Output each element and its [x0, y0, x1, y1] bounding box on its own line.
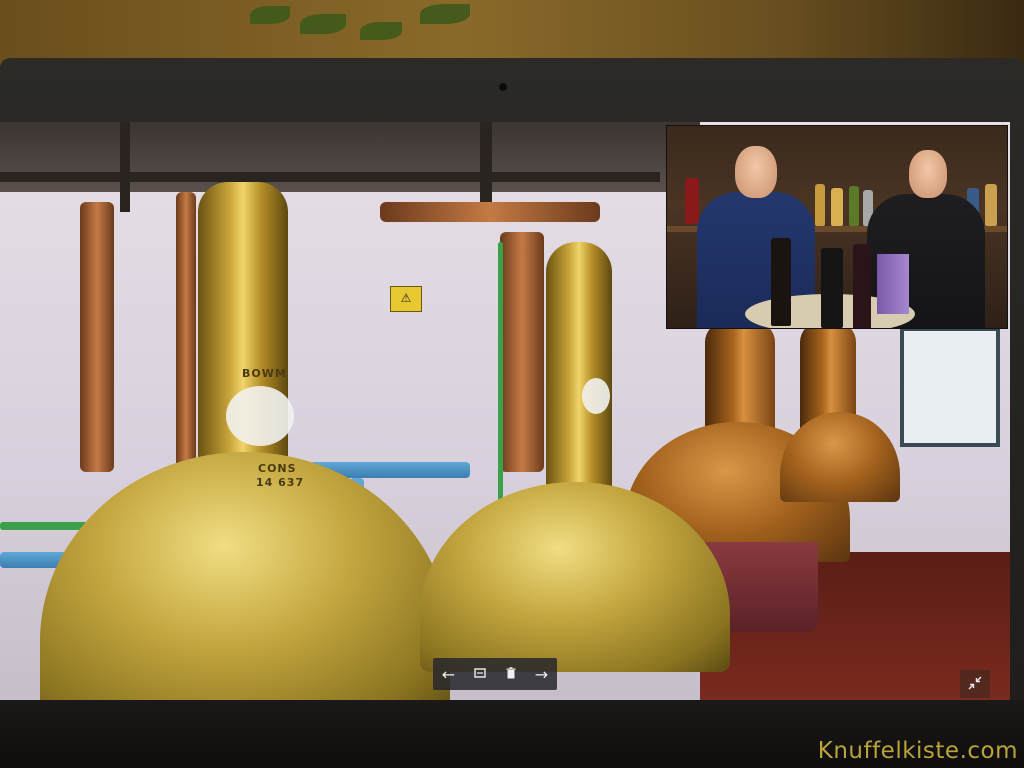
trash-icon [504, 665, 518, 684]
bottle [849, 186, 859, 226]
arrow-right-icon: → [534, 664, 549, 684]
laptop-screen: ⚠ BOWM CONS 14 637 ← → [0, 122, 1010, 700]
photo-pipe [80, 202, 114, 472]
plant-leaf [250, 6, 290, 24]
plant-leaf [360, 22, 402, 40]
still-label-plate [582, 378, 610, 414]
arrow-left-icon: ← [441, 664, 456, 684]
delete-button[interactable] [499, 662, 523, 686]
webcam [498, 82, 508, 92]
exit-fullscreen-button[interactable] [960, 670, 990, 698]
bottle [831, 188, 843, 226]
photo-beam [0, 172, 660, 182]
bottle [685, 178, 699, 224]
slideshow-icon [473, 665, 487, 684]
plant-leaf [420, 4, 470, 24]
bottle [815, 184, 825, 226]
warning-sign: ⚠ [390, 286, 422, 312]
photo-pipe [500, 232, 544, 472]
whisky-bottle [771, 238, 791, 326]
bottle [985, 184, 997, 226]
whisky-gift-box [877, 254, 909, 314]
still-label-plate [226, 386, 294, 446]
photo-beam [120, 122, 130, 212]
photo-viewer-toolbar: ← → [433, 658, 557, 690]
photo-pipe [380, 202, 600, 222]
photo-window [900, 327, 1000, 447]
watermark-text: Knuffelkiste.com [817, 738, 1018, 764]
slideshow-button[interactable] [468, 662, 492, 686]
previous-button[interactable]: ← [437, 662, 461, 686]
still-model-text: CONS [258, 462, 297, 475]
whisky-bottle [853, 244, 871, 328]
plant-leaf [300, 14, 346, 34]
compress-icon [968, 675, 982, 694]
presenter-head [735, 146, 777, 198]
next-button[interactable]: → [530, 662, 554, 686]
still-maker-text: BOWM [242, 367, 287, 380]
whisky-bottle [821, 248, 843, 328]
guest-head [909, 150, 947, 198]
video-call-thumbnail[interactable] [666, 125, 1008, 329]
still-number-text: 14 637 [256, 476, 305, 489]
